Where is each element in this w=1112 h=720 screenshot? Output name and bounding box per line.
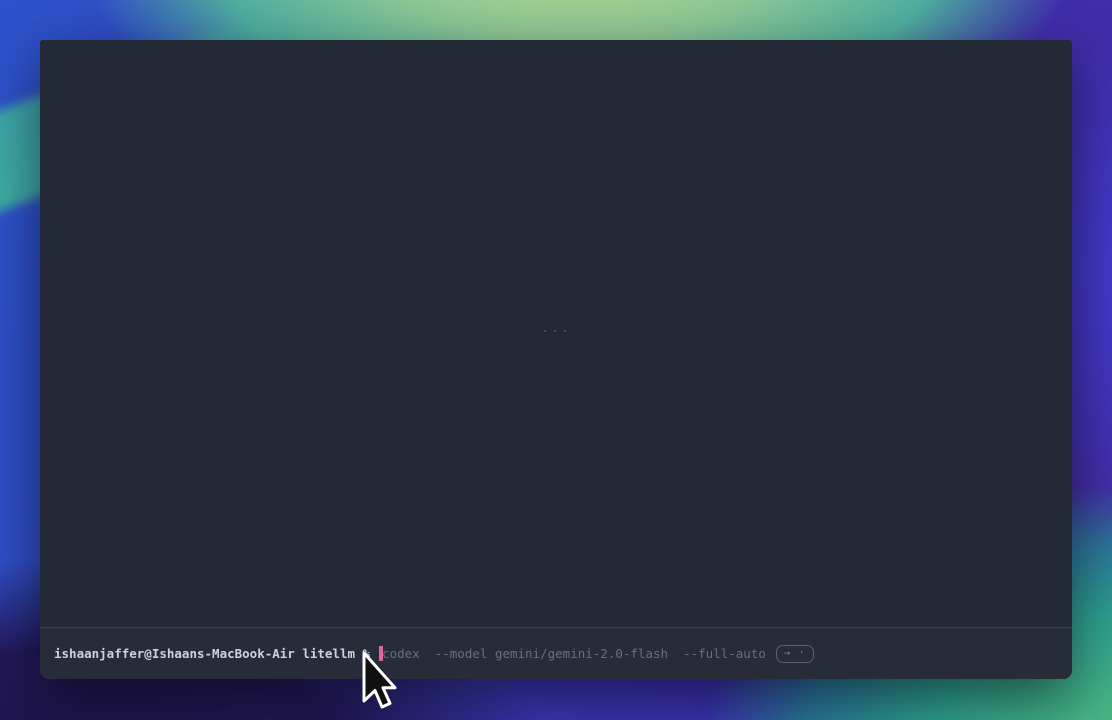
autosuggestion-command: codex --model gemini/gemini-2.0-flash --… (382, 645, 766, 662)
prompt-user-host: ishaanjaffer@Ishaans-MacBook-Air (54, 645, 295, 662)
terminal-output-area: ... (40, 40, 1072, 627)
tab-key-hint-badge: → · (776, 645, 814, 663)
terminal-prompt-bar[interactable]: ishaanjaffer@Ishaans-MacBook-Air litellm… (40, 627, 1072, 679)
loading-ellipsis: ... (541, 321, 570, 336)
prompt-symbol: % (363, 645, 371, 662)
terminal-window[interactable]: ... ishaanjaffer@Ishaans-MacBook-Air lit… (40, 40, 1072, 679)
prompt-directory: litellm (302, 645, 355, 662)
